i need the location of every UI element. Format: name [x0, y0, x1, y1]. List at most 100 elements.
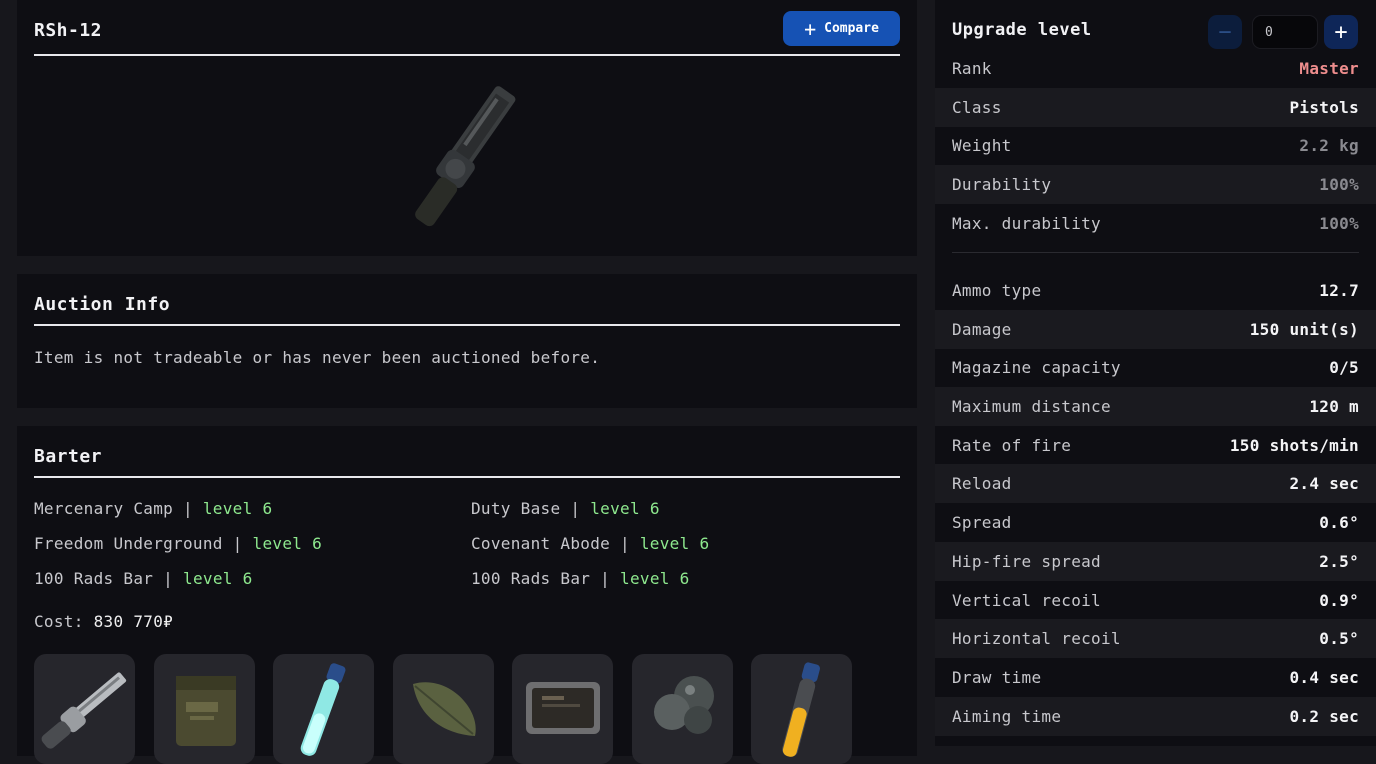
increase-level-button[interactable]: + [1324, 15, 1358, 49]
stat-row-weight: Weight 2.2 kg [935, 126, 1376, 165]
upgrade-level-input[interactable] [1252, 15, 1318, 49]
stat-value: 150 shots/min [1229, 436, 1359, 455]
stat-value: 2.4 sec [1289, 474, 1359, 493]
stat-key: Maximum distance [952, 397, 1111, 416]
stat-row-horizontal-recoil: Horizontal recoil 0.5° [935, 619, 1376, 658]
trader-level: level 6 [620, 569, 690, 588]
stat-key: Ammo type [952, 281, 1042, 300]
stat-row-durability: Durability 100% [935, 165, 1376, 204]
stat-value: 0.6° [1319, 513, 1359, 532]
barter-item-slot[interactable] [751, 654, 852, 764]
stat-value: 2.2 kg [1299, 136, 1359, 155]
barter-item-slot[interactable] [512, 654, 613, 764]
stat-key: Magazine capacity [952, 358, 1121, 377]
tablet-icon [526, 682, 600, 734]
stat-value: 0/5 [1329, 358, 1359, 377]
decrease-level-button[interactable]: − [1208, 15, 1242, 49]
auction-message: Item is not tradeable or has never been … [34, 348, 601, 367]
compare-button[interactable]: + Compare [783, 11, 900, 46]
trader-name: Freedom Underground [34, 534, 223, 553]
stat-value: 0.5° [1319, 629, 1359, 648]
trader-name: Covenant Abode [471, 534, 611, 553]
stat-value: Master [1299, 59, 1359, 78]
stat-value: 0.4 sec [1289, 668, 1359, 687]
barter-item-slot[interactable] [632, 654, 733, 764]
stat-row-max-durability: Max. durability 100% [935, 204, 1376, 243]
trader-level: level 6 [252, 534, 323, 553]
stat-value: 100% [1319, 214, 1359, 233]
stat-value: 0.9° [1319, 591, 1359, 610]
trader-level: level 6 [590, 499, 660, 518]
trader-level: level 6 [639, 534, 710, 553]
stat-key: Reload [952, 474, 1012, 493]
stat-row-reload: Reload 2.4 sec [935, 464, 1376, 503]
trader-entry: Mercenary Camp | level 6 [34, 499, 272, 518]
barter-item-slot[interactable] [154, 654, 255, 764]
item-panel: RSh-12 + Compare [17, 0, 917, 256]
trader-separator: | [610, 534, 640, 553]
trader-separator: | [153, 569, 184, 588]
trader-name: 100 Rads Bar [471, 569, 591, 588]
revolver-icon [41, 672, 127, 749]
barter-cost: Cost: 830 770₽ [34, 612, 173, 631]
stat-value: 120 m [1309, 397, 1359, 416]
stat-key: Class [952, 98, 1002, 117]
stat-key: Weight [952, 136, 1012, 155]
trader-entry: 100 Rads Bar | level 6 [34, 569, 253, 588]
stat-value: Pistols [1289, 98, 1359, 117]
stat-row-rank: Rank Master [935, 49, 1376, 88]
mushroom-icon [654, 676, 714, 734]
trader-level: level 6 [202, 499, 273, 518]
stat-value: 12.7 [1319, 281, 1359, 300]
barter-panel: Barter Mercenary Camp | level 6 Duty Bas… [17, 426, 917, 764]
stat-value: 2.5° [1319, 552, 1359, 571]
trader-entry: Freedom Underground | level 6 [34, 534, 322, 553]
trader-entry: 100 Rads Bar | level 6 [471, 569, 690, 588]
cost-value: 830 770₽ [93, 612, 174, 631]
stat-key: Draw time [952, 668, 1042, 687]
barter-title: Barter [34, 446, 103, 467]
stat-row-ammo-type: Ammo type 12.7 [935, 271, 1376, 310]
stat-row-rate-of-fire: Rate of fire 150 shots/min [935, 426, 1376, 465]
stat-row-aiming-time: Aiming time 0.2 sec [935, 697, 1376, 736]
stat-row-magazine-capacity: Magazine capacity 0/5 [935, 348, 1376, 387]
stat-row-vertical-recoil: Vertical recoil 0.9° [935, 581, 1376, 620]
plus-icon: + [804, 16, 817, 41]
trader-separator: | [560, 499, 591, 518]
barter-item-slot[interactable] [393, 654, 494, 764]
stat-key: Vertical recoil [952, 591, 1101, 610]
barter-item-slot[interactable] [34, 654, 135, 764]
pistol-image [415, 86, 516, 227]
auction-panel: Auction Info Item is not tradeable or ha… [17, 274, 917, 408]
stat-key: Aiming time [952, 707, 1062, 726]
leaf-icon [413, 682, 476, 736]
title-divider [34, 54, 900, 56]
trader-level: level 6 [183, 569, 253, 588]
stat-value: 150 unit(s) [1249, 320, 1359, 339]
stat-row-hip-fire-spread: Hip-fire spread 2.5° [935, 542, 1376, 581]
barter-divider [34, 476, 900, 478]
trader-separator: | [590, 569, 621, 588]
stat-key: Rate of fire [952, 436, 1072, 455]
trader-name: 100 Rads Bar [34, 569, 154, 588]
stat-row-class: Class Pistols [935, 88, 1376, 127]
trader-entry: Duty Base | level 6 [471, 499, 660, 518]
auction-title: Auction Info [34, 294, 171, 315]
upgrade-level-label: Upgrade level [952, 20, 1092, 40]
barter-item-slot[interactable] [273, 654, 374, 764]
blue-vial-icon [300, 663, 346, 756]
ammo-box-icon [176, 676, 236, 746]
stat-row-draw-time: Draw time 0.4 sec [935, 658, 1376, 697]
stat-row-damage: Damage 150 unit(s) [935, 310, 1376, 349]
orange-vial-icon [782, 662, 820, 757]
item-title: RSh-12 [34, 20, 103, 41]
stat-key: Damage [952, 320, 1012, 339]
stat-key: Spread [952, 513, 1012, 532]
stat-key: Max. durability [952, 214, 1101, 233]
stat-key: Rank [952, 59, 992, 78]
stat-key: Horizontal recoil [952, 629, 1121, 648]
stats-divider [952, 252, 1359, 253]
stat-value: 0.2 sec [1289, 707, 1359, 726]
auction-divider [34, 324, 900, 326]
trader-name: Mercenary Camp [34, 499, 174, 518]
